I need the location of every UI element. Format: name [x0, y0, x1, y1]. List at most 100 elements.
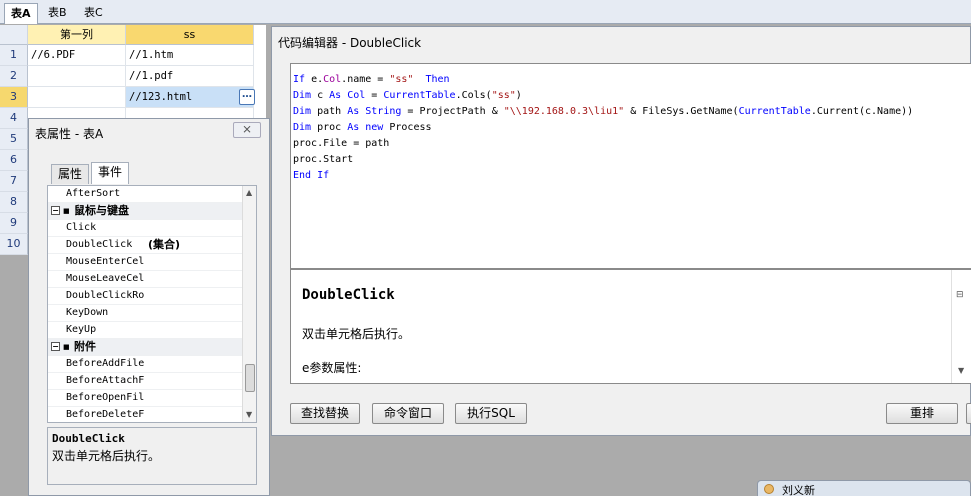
code-line: Dim path As String = ProjectPath & "\\19… — [293, 104, 971, 120]
grid-cell-selected[interactable]: //123.html — [126, 87, 254, 108]
scroll-down-icon[interactable]: ▼ — [246, 410, 252, 419]
event-name: BeforeAttachF — [66, 375, 144, 386]
row-number-selected[interactable]: 3 — [0, 87, 28, 108]
event-item[interactable]: DoubleClickRo — [48, 288, 242, 305]
scroll-up-icon[interactable]: ▲ — [246, 188, 252, 197]
event-item[interactable]: KeyDown — [48, 305, 242, 322]
event-item[interactable]: DoubleClick (集合) — [48, 237, 242, 254]
event-name: MouseEnterCel — [66, 256, 144, 267]
tab-table-c[interactable]: 表C — [78, 3, 109, 24]
tab-events[interactable]: 事件 — [91, 162, 130, 184]
grid-cell[interactable] — [28, 66, 126, 87]
code-token: Dim — [293, 122, 318, 133]
tab-properties[interactable]: 属性 — [51, 164, 90, 184]
find-replace-button[interactable]: 查找替换 — [290, 403, 360, 424]
code-token: .name = — [341, 74, 390, 85]
table-properties-panel: 表属性 - 表A ⨯ 属性 事件 AfterSort − 鼠标与键盘 ■ Click Do… — [28, 118, 270, 496]
table-tab-bar: 表A 表B 表C — [0, 0, 971, 24]
help-title: DoubleClick — [302, 287, 395, 303]
event-item[interactable]: BeforeOpenFil — [48, 390, 242, 407]
command-window-button[interactable]: 命令窗口 — [372, 403, 444, 424]
background-window-title: 刘义新 — [782, 484, 815, 496]
row-number[interactable]: 9 — [0, 213, 28, 234]
event-item[interactable]: BeforeDeleteF — [48, 407, 242, 422]
code-token: proc — [317, 122, 348, 133]
scroll-down-icon[interactable]: ▼ — [958, 366, 964, 375]
grid-cell[interactable]: //6.PDF — [28, 45, 126, 66]
row-number[interactable]: 10 — [0, 234, 28, 255]
row-number[interactable]: 8 — [0, 192, 28, 213]
event-item[interactable]: MouseLeaveCel — [48, 271, 242, 288]
tab-table-a[interactable]: 表A — [4, 3, 38, 24]
event-list-scrollbar[interactable]: ▲ ▼ — [242, 186, 256, 422]
grid-cell[interactable]: //1.pdf — [126, 66, 254, 87]
event-name: DoubleClick — [66, 239, 133, 250]
code-token: proc.File = path — [293, 138, 390, 149]
code-token: "ss" — [491, 90, 516, 101]
event-item[interactable]: MouseEnterCel — [48, 254, 242, 271]
event-item[interactable]: BeforeAttachF — [48, 373, 242, 390]
code-token: e. — [311, 74, 324, 85]
execute-sql-button[interactable]: 执行SQL — [455, 403, 527, 424]
event-category[interactable]: − 鼠标与键盘 ■ — [48, 203, 242, 220]
row-number[interactable]: 7 — [0, 171, 28, 192]
row-number[interactable]: 4 — [0, 108, 28, 129]
user-icon — [764, 484, 774, 494]
column-header-1[interactable]: 第一列 — [28, 25, 126, 45]
code-line: Dim c As Col = CurrentTable.Cols("ss") — [293, 88, 971, 104]
help-scrollbar[interactable]: ⊟ ▼ — [951, 270, 971, 383]
code-token: "ss" — [389, 74, 414, 85]
code-line: End If — [293, 168, 971, 184]
event-category[interactable]: − 附件 ■ — [48, 339, 242, 356]
collapse-icon[interactable]: − — [51, 206, 60, 215]
event-item[interactable]: KeyUp — [48, 322, 242, 339]
category-icon: ■ — [63, 343, 70, 351]
code-token: & FileSys.GetName( — [624, 106, 739, 117]
event-item[interactable]: BeforeAddFile — [48, 356, 242, 373]
grid-cell[interactable] — [28, 87, 126, 108]
event-name: DoubleClickRo — [66, 290, 144, 301]
background-window[interactable]: 刘义新 — [757, 480, 971, 496]
row-number[interactable]: 6 — [0, 150, 28, 171]
row-number[interactable]: 1 — [0, 45, 28, 66]
category-icon: ■ — [63, 207, 70, 215]
code-token: Then — [413, 74, 450, 85]
event-name: BeforeAddFile — [66, 358, 144, 369]
event-name: BeforeOpenFil — [66, 392, 144, 403]
close-button[interactable]: ⨯ — [233, 122, 261, 138]
event-name: 附件 — [74, 340, 96, 353]
row-number[interactable]: 5 — [0, 129, 28, 150]
reformat-button[interactable]: 重排 — [886, 403, 958, 424]
code-token: CurrentTable — [738, 106, 811, 117]
scroll-thumb[interactable] — [245, 364, 255, 392]
properties-title: 表属性 - 表A — [35, 127, 104, 141]
ok-button-partial[interactable] — [966, 403, 971, 424]
grid-corner[interactable] — [0, 25, 28, 45]
grid-cell[interactable]: //1.htm — [126, 45, 254, 66]
cell-ellipsis-button[interactable]: … — [239, 89, 255, 105]
event-value[interactable]: (集合) — [148, 237, 180, 253]
code-token: = — [365, 90, 384, 101]
help-description: 双击单元格后执行。 — [302, 327, 411, 341]
code-token: As — [329, 90, 348, 101]
code-token: Process — [389, 122, 432, 133]
event-name: KeyDown — [66, 307, 109, 318]
column-header-ss[interactable]: ss — [126, 25, 254, 45]
event-item[interactable]: AfterSort — [48, 186, 242, 203]
event-name: MouseLeaveCel — [66, 273, 144, 284]
event-item[interactable]: Click — [48, 220, 242, 237]
collapse-icon[interactable]: − — [51, 342, 60, 351]
scroll-mark-icon[interactable]: ⊟ — [956, 290, 964, 300]
code-textarea[interactable]: If e.Col.name = "ss" Then Dim c As Col = … — [290, 63, 971, 269]
editor-title: 代码编辑器 - DoubleClick — [278, 36, 422, 50]
tab-table-b[interactable]: 表B — [42, 3, 73, 24]
code-token: .Cols( — [455, 90, 492, 101]
event-name: KeyUp — [66, 324, 97, 335]
code-token: Dim — [293, 106, 318, 117]
code-token: proc.Start — [293, 154, 354, 165]
row-number[interactable]: 2 — [0, 66, 28, 87]
code-token: Dim — [293, 90, 318, 101]
event-list: AfterSort − 鼠标与键盘 ■ Click DoubleClick (集合) Mous… — [47, 185, 257, 423]
description-title: DoubleClick — [52, 432, 125, 445]
code-token: CurrentTable — [383, 90, 456, 101]
